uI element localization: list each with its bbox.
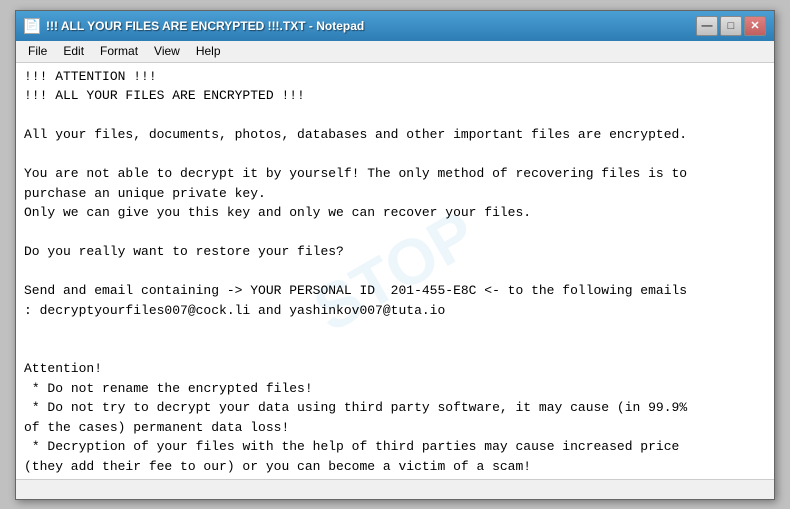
menu-file[interactable]: File — [20, 42, 55, 60]
close-button[interactable]: ✕ — [744, 16, 766, 36]
title-bar: 📄 !!! ALL YOUR FILES ARE ENCRYPTED !!!.T… — [16, 11, 774, 41]
window-title: !!! ALL YOUR FILES ARE ENCRYPTED !!!.TXT… — [46, 19, 364, 33]
menu-bar: File Edit Format View Help — [16, 41, 774, 63]
text-area[interactable]: STOP !!! ATTENTION !!! !!! ALL YOUR FILE… — [16, 63, 774, 479]
app-icon: 📄 — [24, 18, 40, 34]
notepad-window: 📄 !!! ALL YOUR FILES ARE ENCRYPTED !!!.T… — [15, 10, 775, 500]
minimize-button[interactable]: — — [696, 16, 718, 36]
menu-help[interactable]: Help — [188, 42, 229, 60]
status-bar — [16, 479, 774, 499]
window-controls: — □ ✕ — [696, 16, 766, 36]
menu-format[interactable]: Format — [92, 42, 146, 60]
title-bar-left: 📄 !!! ALL YOUR FILES ARE ENCRYPTED !!!.T… — [24, 18, 364, 34]
maximize-button[interactable]: □ — [720, 16, 742, 36]
document-content: !!! ATTENTION !!! !!! ALL YOUR FILES ARE… — [24, 67, 766, 479]
menu-view[interactable]: View — [146, 42, 188, 60]
menu-edit[interactable]: Edit — [55, 42, 92, 60]
